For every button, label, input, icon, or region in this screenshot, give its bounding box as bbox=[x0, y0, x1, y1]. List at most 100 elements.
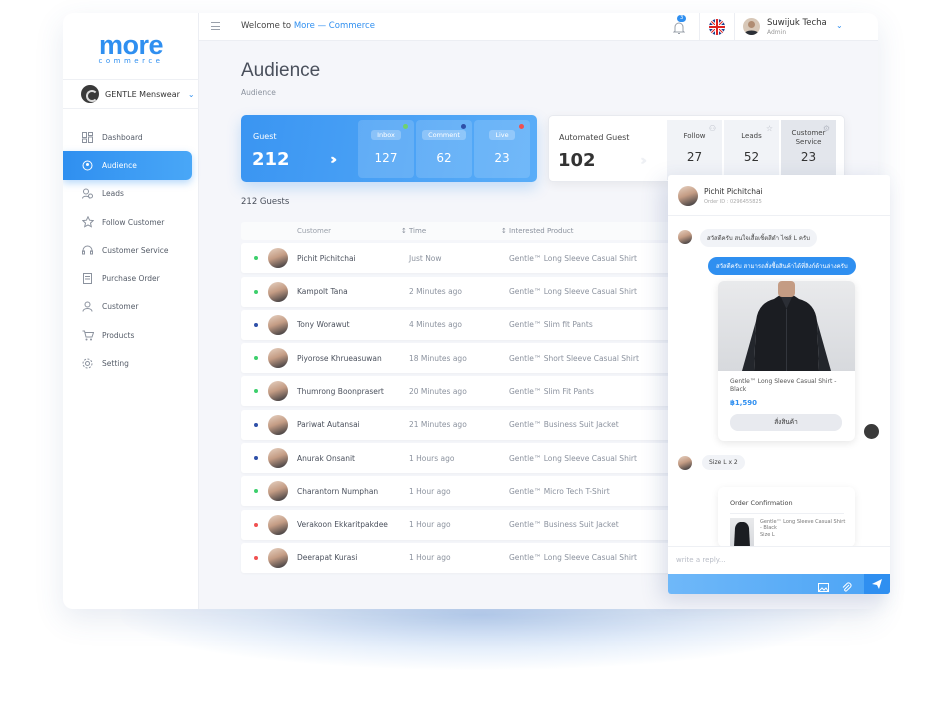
customer-name[interactable]: Kampolt Tana bbox=[297, 287, 348, 296]
notification-badge: 3 bbox=[677, 15, 687, 22]
sidebar-item-purchase-order[interactable]: Purchase Order bbox=[63, 264, 199, 292]
sidebar-item-products[interactable]: Products bbox=[63, 321, 199, 349]
stat-label: Comment bbox=[422, 130, 466, 140]
column-header-customer[interactable]: Customer bbox=[297, 227, 331, 235]
leads-stat[interactable]: ☆ Leads 52 bbox=[724, 120, 779, 180]
order-product-button[interactable]: สั่งสินค้า bbox=[730, 414, 842, 431]
sidebar-item-follow-customer[interactable]: Follow Customer bbox=[63, 208, 199, 236]
table-body: Pichit Pichitchai Just Now Gentle™ Long Sl… bbox=[241, 243, 681, 573]
users-icon: ⚇ bbox=[708, 124, 716, 133]
time-cell: 21 Minutes ago bbox=[409, 420, 467, 430]
image-icon[interactable] bbox=[818, 578, 829, 594]
customer-name[interactable]: Charantorn Numphan bbox=[297, 487, 378, 496]
customer-name[interactable]: Tony Worawut bbox=[297, 320, 350, 329]
table-row[interactable]: Pariwat Autansai 21 Minutes ago Gentle™ Bu… bbox=[241, 409, 681, 440]
table-row[interactable]: Piyorose Khrueasuwan 18 Minutes ago Gentle… bbox=[241, 343, 681, 374]
order-item-image bbox=[730, 518, 754, 547]
customer-name[interactable]: Anurak Onsanit bbox=[297, 454, 355, 463]
column-header-product[interactable]: Interested Product bbox=[509, 227, 574, 235]
user-avatar[interactable] bbox=[743, 18, 760, 35]
sidebar-item-label: Audience bbox=[102, 160, 137, 170]
send-button[interactable] bbox=[864, 574, 890, 594]
welcome-text: Welcome to More — Commerce bbox=[241, 21, 375, 31]
sidebar-item-customer-service[interactable]: Customer Service bbox=[63, 236, 199, 264]
customer-name[interactable]: Thumrong Boonprasert bbox=[297, 387, 384, 396]
table-row[interactable]: Verakoon Ekkaritpakdee 1 Hour ago Gentle™ … bbox=[241, 509, 681, 540]
bell-icon[interactable] bbox=[672, 20, 686, 39]
status-dot bbox=[254, 522, 258, 527]
time-cell: 1 Hours ago bbox=[409, 453, 455, 463]
automated-guest-card[interactable]: Automated Guest 102 ››› ⚇ Follow 27 ☆ Le… bbox=[548, 115, 845, 182]
column-header-time[interactable]: Time bbox=[409, 227, 426, 235]
leads-icon bbox=[81, 187, 94, 200]
stat-value: 127 bbox=[374, 151, 398, 165]
welcome-prefix: Welcome to bbox=[241, 21, 292, 31]
customer-service-stat[interactable]: ⚙ Customer Service 23 bbox=[781, 120, 836, 180]
guest-summary-card[interactable]: Guest 212 ››› Inbox 127 Comment 62 Live … bbox=[241, 115, 537, 182]
product-card[interactable]: Gentle™ Long Sleeve Casual Shirt - Black… bbox=[718, 281, 855, 441]
audience-icon bbox=[81, 159, 94, 172]
guest-inbox-stat[interactable]: Inbox 127 bbox=[358, 120, 414, 178]
headset-icon bbox=[81, 244, 94, 257]
avatar bbox=[268, 514, 288, 535]
attachment-icon[interactable] bbox=[841, 578, 852, 594]
sidebar: more commerce GENTLE Menswear ⌄ Dashboar… bbox=[63, 13, 199, 609]
table-row[interactable]: Kampolt Tana 2 Minutes ago Gentle™ Long Sl… bbox=[241, 276, 681, 307]
time-cell: 4 Minutes ago bbox=[409, 320, 463, 330]
sidebar-item-customer[interactable]: Customer bbox=[63, 293, 199, 321]
guest-live-stat[interactable]: Live 23 bbox=[474, 120, 530, 178]
avatar bbox=[268, 414, 288, 435]
product-cell: Gentle™ Short Sleeve Casual Shirt bbox=[509, 353, 639, 363]
table-row[interactable]: Charantorn Numphan 1 Hour ago Gentle™ Micr… bbox=[241, 476, 681, 507]
customer-name[interactable]: Verakoon Ekkaritpakdee bbox=[297, 520, 388, 529]
customer-name[interactable]: Piyorose Khrueasuwan bbox=[297, 354, 382, 363]
stat-label: Inbox bbox=[371, 130, 401, 140]
sidebar-item-audience[interactable]: Audience bbox=[63, 151, 192, 180]
sort-icon[interactable]: ↕ bbox=[501, 227, 507, 235]
customer-name[interactable]: Deerapat Kurasi bbox=[297, 553, 357, 562]
store-selector[interactable]: GENTLE Menswear ⌄ bbox=[63, 79, 199, 109]
incoming-message: สวัสดีครับ สนใจเสื้อเชิ้ตสีดำ ไซส์ L ครั… bbox=[700, 229, 817, 247]
guest-comment-stat[interactable]: Comment 62 bbox=[416, 120, 472, 178]
logo-subtext: commerce bbox=[98, 57, 164, 65]
status-dot bbox=[254, 322, 258, 327]
divider bbox=[734, 13, 735, 41]
sidebar-item-leads[interactable]: Leads bbox=[63, 180, 199, 208]
uk-flag-icon[interactable] bbox=[709, 19, 725, 35]
status-dot bbox=[254, 555, 258, 560]
order-confirmation-card[interactable]: Order Confirmation Gentle™ Long Sleeve C… bbox=[718, 487, 855, 547]
order-item-size: Size L bbox=[760, 532, 775, 538]
breadcrumb[interactable]: Audience bbox=[241, 88, 276, 97]
table-row[interactable]: Tony Worawut 4 Minutes ago Gentle™ Slim fi… bbox=[241, 309, 681, 340]
guests-count: 212 Guests bbox=[241, 197, 290, 207]
follow-stat[interactable]: ⚇ Follow 27 bbox=[667, 120, 722, 180]
automated-guest-label: Automated Guest bbox=[559, 133, 630, 142]
sidebar-item-setting[interactable]: Setting bbox=[63, 349, 199, 377]
welcome-brand: More — Commerce bbox=[293, 21, 375, 31]
customer-name[interactable]: Pariwat Autansai bbox=[297, 420, 360, 429]
table-row[interactable]: Deerapat Kurasi 1 Hour ago Gentle™ Long Sl… bbox=[241, 542, 681, 573]
sidebar-item-dashboard[interactable]: Dashboard bbox=[63, 123, 199, 151]
time-cell: 2 Minutes ago bbox=[409, 287, 463, 297]
status-dot bbox=[254, 356, 258, 361]
time-cell: 20 Minutes ago bbox=[409, 386, 467, 396]
status-dot bbox=[254, 422, 258, 427]
user-name[interactable]: Suwijuk Techa bbox=[767, 18, 827, 28]
top-bar: Welcome to More — Commerce 3 Suwijuk Tec… bbox=[199, 13, 878, 41]
avatar bbox=[268, 281, 288, 302]
guest-label: Guest bbox=[253, 132, 277, 141]
customer-name[interactable]: Pichit Pichitchai bbox=[297, 254, 356, 263]
order-confirmation-title: Order Confirmation bbox=[730, 499, 793, 507]
status-dot bbox=[254, 456, 258, 461]
double-chevron-right-icon: ››› bbox=[330, 152, 338, 168]
table-row[interactable]: Pichit Pichitchai Just Now Gentle™ Long Sl… bbox=[241, 243, 681, 274]
sort-icon[interactable]: ↕ bbox=[401, 227, 407, 235]
table-row[interactable]: Thumrong Boonprasert 20 Minutes ago Gentle… bbox=[241, 376, 681, 407]
avatar bbox=[268, 448, 288, 469]
chevron-down-icon[interactable]: ⌄ bbox=[836, 21, 843, 30]
reply-input[interactable]: write a reply... bbox=[668, 546, 890, 574]
table-row[interactable]: Anurak Onsanit 1 Hours ago Gentle™ Long Sl… bbox=[241, 443, 681, 474]
hamburger-menu-icon[interactable] bbox=[211, 22, 220, 30]
avatar bbox=[678, 186, 698, 206]
stat-value: 27 bbox=[686, 150, 703, 164]
